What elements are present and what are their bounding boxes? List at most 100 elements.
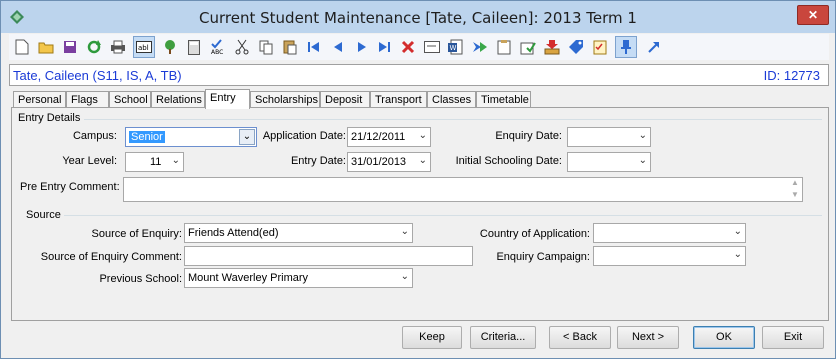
entry-panel: Entry Details Campus: Senior ⌄ Applicati… [11, 107, 829, 321]
export-icon[interactable] [469, 36, 491, 58]
entry-details-heading: Entry Details [18, 112, 81, 124]
tab-flags[interactable]: Flags [66, 91, 109, 108]
student-name: Tate, Caileen (S11, IS, A, TB) [13, 68, 182, 83]
delete-icon[interactable] [397, 36, 419, 58]
first-record-icon[interactable] [303, 36, 325, 58]
source-of-enquiry-dropdown[interactable]: Friends Attend(ed) ⌄ [184, 223, 413, 243]
chevron-down-icon[interactable]: ⌄ [419, 130, 427, 141]
tab-entry[interactable]: Entry [205, 89, 250, 109]
pre-entry-comment-label: Pre Entry Comment: [20, 181, 120, 193]
scroll-down-icon[interactable]: ▼ [790, 190, 800, 199]
country-of-application-dropdown[interactable]: ⌄ [593, 223, 746, 243]
entry-details-divider [84, 119, 822, 120]
tab-timetable[interactable]: Timetable [476, 91, 531, 108]
cut-icon[interactable] [231, 36, 253, 58]
keep-button[interactable]: Keep [402, 326, 462, 349]
previous-school-label: Previous School: [99, 273, 182, 285]
chevron-down-icon[interactable]: ⌄ [734, 249, 742, 260]
enquiry-date-label: Enquiry Date: [495, 130, 562, 142]
chevron-down-icon[interactable]: ⌄ [419, 155, 427, 166]
entry-date-label: Entry Date: [290, 155, 346, 167]
enquiry-campaign-label: Enquiry Campaign: [496, 251, 590, 263]
tab-relations[interactable]: Relations [151, 91, 205, 108]
approve-icon[interactable] [517, 36, 539, 58]
next-record-icon[interactable] [351, 36, 373, 58]
source-of-enquiry-value: Friends Attend(ed) [188, 227, 279, 239]
calculator-icon[interactable] [183, 36, 205, 58]
refresh-icon[interactable] [83, 36, 105, 58]
back-button[interactable]: < Back [549, 326, 611, 349]
chevron-down-icon[interactable]: ⌄ [734, 226, 742, 237]
tab-personal[interactable]: Personal [13, 91, 66, 108]
tag-icon[interactable] [565, 36, 587, 58]
tab-scholarships[interactable]: Scholarships [250, 91, 320, 108]
tree-icon[interactable] [159, 36, 181, 58]
tab-transport[interactable]: Transport [370, 91, 427, 108]
text-field-icon[interactable]: abl [133, 36, 155, 58]
entry-date-picker[interactable]: 31/01/2013 ⌄ [347, 152, 431, 172]
enquiry-date-picker[interactable]: ⌄ [567, 127, 651, 147]
title-bar[interactable]: Current Student Maintenance [Tate, Caile… [1, 1, 835, 33]
enquiry-campaign-dropdown[interactable]: ⌄ [593, 246, 746, 266]
country-of-application-label: Country of Application: [479, 228, 590, 240]
initial-schooling-date-picker[interactable]: ⌄ [567, 152, 651, 172]
previous-school-value: Mount Waverley Primary [188, 272, 309, 284]
tab-classes[interactable]: Classes [427, 91, 476, 108]
svg-text:abl: abl [138, 44, 149, 52]
chevron-down-icon[interactable]: ⌄ [639, 130, 647, 141]
entry-date-value: 31/01/2013 [351, 156, 407, 168]
clipboard-icon[interactable] [493, 36, 515, 58]
criteria-button[interactable]: Criteria... [470, 326, 536, 349]
application-date-label: Application Date: [262, 130, 346, 142]
application-date-picker[interactable]: 21/12/2011 ⌄ [347, 127, 431, 147]
previous-record-icon[interactable] [327, 36, 349, 58]
next-button[interactable]: Next > [617, 326, 679, 349]
copy-icon[interactable] [255, 36, 277, 58]
svg-text:W: W [450, 44, 457, 52]
source-of-enquiry-comment-label: Source of Enquiry Comment: [40, 251, 182, 263]
year-level-value: 11 [150, 156, 162, 168]
svg-text:ABC: ABC [211, 49, 223, 55]
ok-button[interactable]: OK [693, 326, 755, 349]
scroll-up-icon[interactable]: ▲ [790, 178, 800, 187]
paste-icon[interactable] [279, 36, 301, 58]
print-icon[interactable] [107, 36, 129, 58]
spell-check-icon[interactable]: ABC [207, 36, 229, 58]
campus-value: Senior [129, 131, 165, 143]
pin-icon[interactable] [615, 36, 637, 58]
window-title: Current Student Maintenance [Tate, Caile… [199, 9, 637, 27]
new-document-icon[interactable] [11, 36, 33, 58]
source-of-enquiry-label: Source of Enquiry: [91, 228, 183, 240]
initial-schooling-label: Initial Schooling Date: [455, 155, 562, 167]
year-level-dropdown[interactable]: 11 ⌄ [125, 152, 184, 172]
checklist-icon[interactable] [589, 36, 611, 58]
exit-button[interactable]: Exit [762, 326, 824, 349]
student-header: Tate, Caileen (S11, IS, A, TB) ID: 12773 [9, 64, 829, 86]
source-heading: Source [26, 209, 61, 221]
chevron-down-icon[interactable]: ⌄ [401, 226, 409, 237]
arrow-up-right-icon[interactable] [643, 36, 665, 58]
student-id: ID: 12773 [763, 68, 820, 83]
save-icon[interactable] [59, 36, 81, 58]
chevron-down-icon[interactable]: ⌄ [172, 155, 180, 166]
close-button[interactable]: ✕ [797, 5, 829, 25]
tab-deposit[interactable]: Deposit [320, 91, 370, 108]
last-record-icon[interactable] [373, 36, 395, 58]
open-folder-icon[interactable] [35, 36, 57, 58]
chevron-down-icon[interactable]: ⌄ [401, 271, 409, 282]
toolbar: abl ABC W [9, 34, 829, 60]
card-icon[interactable] [421, 36, 443, 58]
source-divider [64, 215, 822, 216]
chevron-down-icon[interactable]: ⌄ [639, 155, 647, 166]
campus-label: Campus: [72, 130, 117, 142]
pre-entry-comment-input[interactable]: ▲ ▼ [123, 177, 803, 202]
year-level-label: Year Level: [62, 155, 117, 167]
source-of-enquiry-comment-input[interactable] [184, 246, 473, 266]
previous-school-dropdown[interactable]: Mount Waverley Primary ⌄ [184, 268, 413, 288]
student-maintenance-window: Current Student Maintenance [Tate, Caile… [0, 0, 836, 359]
download-icon[interactable] [541, 36, 563, 58]
application-date-value: 21/12/2011 [351, 131, 406, 143]
campus-dropdown[interactable]: Senior ⌄ [125, 127, 257, 147]
tab-school[interactable]: School [109, 91, 151, 108]
word-document-icon[interactable]: W [445, 36, 467, 58]
